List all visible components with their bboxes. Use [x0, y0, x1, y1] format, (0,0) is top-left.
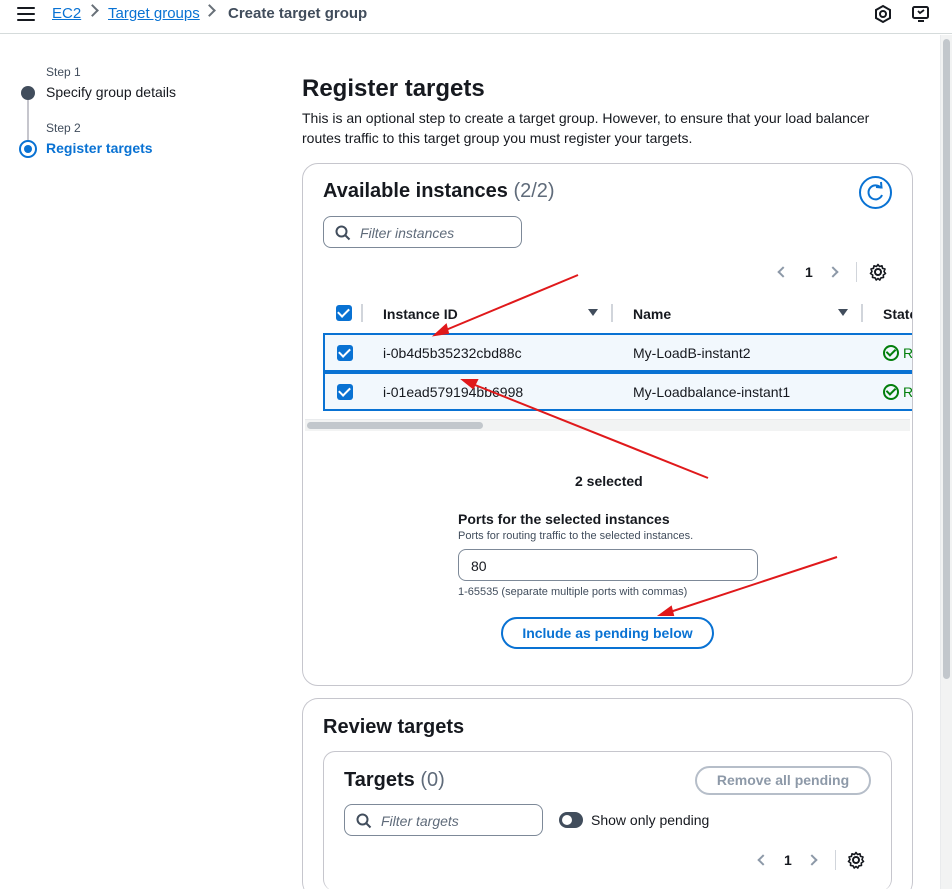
breadcrumb-chevron-icon [203, 4, 216, 17]
targets-count: (0) [420, 769, 445, 791]
available-instances-count: (2/2) [513, 180, 555, 202]
cloudshell-icon[interactable] [873, 4, 893, 24]
page-scrollbar[interactable] [940, 35, 952, 889]
ports-input[interactable]: 80 [458, 549, 758, 581]
targets-title: Targets (0) [344, 769, 445, 792]
refresh-button[interactable] [859, 176, 892, 209]
page-scrollbar-thumb[interactable] [943, 39, 950, 679]
table-horizontal-scrollbar[interactable] [305, 419, 910, 431]
gear-icon[interactable] [847, 851, 865, 869]
column-header-instance-id[interactable]: Instance ID [383, 306, 458, 322]
status-success-icon [883, 345, 899, 361]
review-targets-title: Review targets [323, 716, 465, 738]
column-header-name[interactable]: Name [633, 306, 671, 322]
instance-id-cell: i-0b4d5b35232cbd88c [383, 345, 522, 361]
column-divider [361, 304, 363, 322]
instance-state-cell: R [903, 384, 912, 400]
targets-heading: Targets [344, 769, 415, 791]
step-2-title: Register targets [46, 140, 153, 156]
row-checkbox[interactable] [337, 345, 353, 361]
filter-targets-placeholder: Filter targets [381, 813, 459, 829]
filter-targets-input[interactable]: Filter targets [344, 804, 543, 836]
gear-icon[interactable] [869, 263, 887, 281]
instance-state-cell: R [903, 345, 912, 361]
search-icon [335, 225, 351, 241]
step-2-indicator [19, 140, 37, 158]
row-checkbox[interactable] [337, 384, 353, 400]
show-only-pending-toggle[interactable] [559, 812, 583, 828]
breadcrumb-current: Create target group [228, 5, 368, 22]
table-scrollbar-thumb[interactable] [307, 422, 483, 429]
column-header-state[interactable]: State [883, 306, 912, 322]
ports-label: Ports for the selected instances [458, 511, 670, 527]
pager-divider [856, 262, 857, 282]
filter-instances-placeholder: Filter instances [360, 225, 455, 241]
table-row[interactable]: i-0b4d5b35232cbd88c My-LoadB-instant2 R [323, 333, 912, 372]
ports-description: Ports for routing traffic to the selecte… [458, 530, 694, 542]
instance-name-cell: My-Loadbalance-instant1 [633, 384, 791, 400]
status-success-icon [883, 384, 899, 400]
page-description: This is an optional step to create a tar… [302, 110, 870, 146]
search-icon [356, 813, 372, 829]
pager-divider [835, 850, 836, 870]
column-divider[interactable] [861, 304, 863, 322]
page-number[interactable]: 1 [805, 264, 813, 280]
breadcrumb-ec2[interactable]: EC2 [52, 5, 81, 23]
targets-page-number[interactable]: 1 [784, 852, 792, 868]
instance-name-cell: My-LoadB-instant2 [633, 345, 751, 361]
sort-down-icon[interactable] [588, 309, 598, 316]
column-divider[interactable] [611, 304, 613, 322]
ports-input-value: 80 [471, 558, 487, 574]
breadcrumb-target-groups[interactable]: Target groups [108, 5, 200, 23]
support-icon[interactable] [911, 4, 931, 24]
ports-hint: 1-65535 (separate multiple ports with co… [458, 586, 688, 598]
page-title: Register targets [302, 75, 485, 102]
refresh-icon [867, 181, 883, 201]
select-all-checkbox[interactable] [336, 305, 352, 321]
table-row[interactable]: i-01ead579194bb6998 My-Loadbalance-insta… [323, 372, 912, 411]
selected-count: 2 selected [575, 473, 643, 489]
step-1-label: Step 1 [46, 65, 81, 79]
instances-table: Instance ID Name State i-0b4d5b35232cbd8… [323, 296, 912, 434]
step-connector [27, 100, 29, 142]
show-only-pending-label: Show only pending [591, 812, 710, 828]
filter-instances-input[interactable]: Filter instances [323, 216, 522, 248]
top-navigation-bar: EC2 Target groups Create target group [0, 0, 952, 34]
sort-down-icon[interactable] [838, 309, 848, 316]
include-as-pending-button[interactable]: Include as pending below [501, 617, 714, 649]
breadcrumb-chevron-icon [86, 4, 99, 17]
instance-id-cell: i-01ead579194bb6998 [383, 384, 524, 400]
available-instances-heading: Available instances [323, 180, 508, 202]
step-1-title[interactable]: Specify group details [46, 84, 176, 100]
remove-all-pending-button[interactable]: Remove all pending [695, 766, 871, 795]
menu-icon[interactable] [17, 7, 35, 21]
available-instances-title: Available instances (2/2) [323, 180, 555, 203]
step-1-indicator [21, 86, 35, 100]
step-2-label: Step 2 [46, 121, 81, 135]
